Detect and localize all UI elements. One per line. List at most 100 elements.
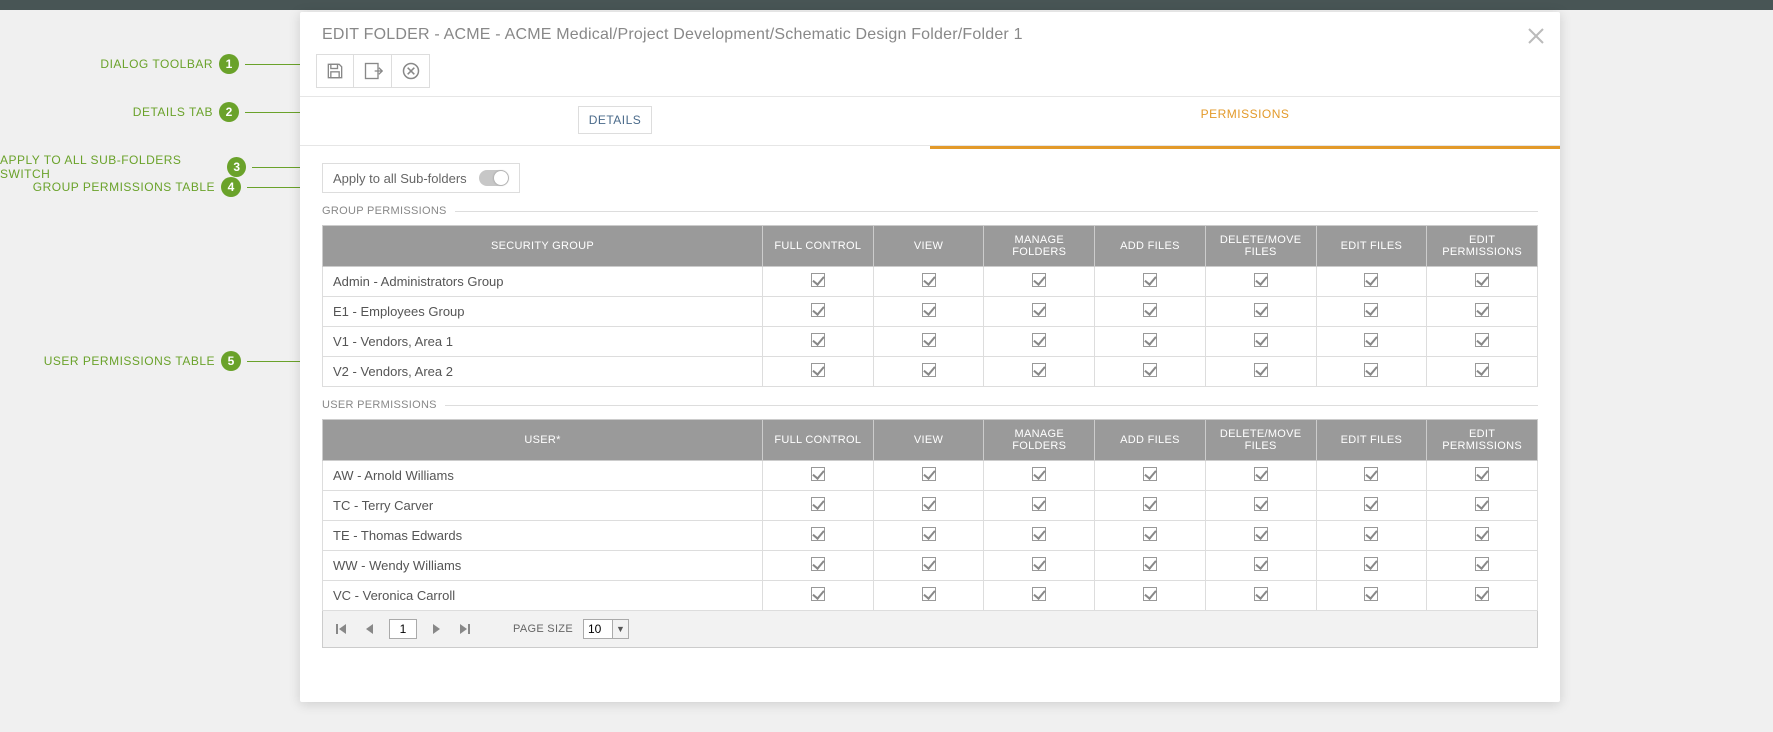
checkbox[interactable] (1254, 557, 1268, 571)
cancel-icon[interactable] (392, 54, 430, 88)
tab-permissions[interactable]: PERMISSIONS (930, 97, 1560, 145)
checkbox[interactable] (1475, 467, 1489, 481)
save-icon[interactable] (316, 54, 354, 88)
checkbox[interactable] (1475, 363, 1489, 377)
checkbox[interactable] (1032, 587, 1046, 601)
checkbox[interactable] (1254, 333, 1268, 347)
checkbox[interactable] (1254, 497, 1268, 511)
close-icon[interactable] (1526, 26, 1546, 49)
col-del: DELETE/MOVE FILES (1205, 420, 1316, 461)
checkbox[interactable] (1254, 303, 1268, 317)
checkbox[interactable] (1364, 557, 1378, 571)
checkbox[interactable] (1032, 527, 1046, 541)
checkbox[interactable] (1254, 363, 1268, 377)
checkbox[interactable] (811, 273, 825, 287)
checkbox[interactable] (1364, 497, 1378, 511)
row-name: Admin - Administrators Group (323, 267, 763, 297)
page-size-input[interactable] (583, 619, 613, 639)
checkbox[interactable] (1032, 557, 1046, 571)
first-page-icon[interactable] (333, 620, 351, 638)
checkbox[interactable] (1143, 527, 1157, 541)
perm-cell (984, 357, 1095, 387)
checkbox[interactable] (1254, 273, 1268, 287)
checkbox[interactable] (922, 527, 936, 541)
perm-cell (873, 521, 984, 551)
checkbox[interactable] (1364, 333, 1378, 347)
checkbox[interactable] (922, 363, 936, 377)
checkbox[interactable] (922, 467, 936, 481)
checkbox[interactable] (922, 587, 936, 601)
checkbox[interactable] (811, 497, 825, 511)
checkbox[interactable] (922, 303, 936, 317)
perm-cell (984, 267, 1095, 297)
perm-cell (763, 357, 874, 387)
tab-details[interactable]: DETAILS (300, 97, 930, 145)
checkbox[interactable] (1364, 527, 1378, 541)
checkbox[interactable] (811, 557, 825, 571)
checkbox[interactable] (1032, 497, 1046, 511)
checkbox[interactable] (1364, 587, 1378, 601)
checkbox[interactable] (1364, 363, 1378, 377)
checkbox[interactable] (1032, 333, 1046, 347)
checkbox[interactable] (922, 557, 936, 571)
perm-cell (1316, 267, 1427, 297)
tab-details-label: DETAILS (578, 106, 653, 134)
perm-cell (1205, 581, 1316, 611)
checkbox[interactable] (811, 363, 825, 377)
checkbox[interactable] (1475, 587, 1489, 601)
save-close-icon[interactable] (354, 54, 392, 88)
checkbox[interactable] (922, 497, 936, 511)
checkbox[interactable] (1143, 363, 1157, 377)
checkbox[interactable] (811, 333, 825, 347)
checkbox[interactable] (1254, 527, 1268, 541)
checkbox[interactable] (1475, 497, 1489, 511)
checkbox[interactable] (1143, 303, 1157, 317)
checkbox[interactable] (1364, 303, 1378, 317)
checkbox[interactable] (1364, 467, 1378, 481)
checkbox[interactable] (1143, 467, 1157, 481)
perm-cell (763, 461, 874, 491)
checkbox[interactable] (1143, 333, 1157, 347)
checkbox[interactable] (1475, 527, 1489, 541)
perm-cell (1316, 297, 1427, 327)
col-group-name: SECURITY GROUP (323, 226, 763, 267)
prev-page-icon[interactable] (361, 620, 379, 638)
checkbox[interactable] (1032, 303, 1046, 317)
checkbox[interactable] (922, 333, 936, 347)
checkbox[interactable] (922, 273, 936, 287)
checkbox[interactable] (1364, 273, 1378, 287)
checkbox[interactable] (1254, 467, 1268, 481)
last-page-icon[interactable] (455, 620, 473, 638)
group-permissions-title: GROUP PERMISSIONS (322, 205, 1538, 217)
checkbox[interactable] (811, 587, 825, 601)
apply-subfolders-toggle[interactable] (479, 170, 509, 186)
checkbox[interactable] (1032, 467, 1046, 481)
next-page-icon[interactable] (427, 620, 445, 638)
checkbox[interactable] (1032, 273, 1046, 287)
checkbox[interactable] (1143, 557, 1157, 571)
perm-cell (1205, 461, 1316, 491)
checkbox[interactable] (811, 527, 825, 541)
checkbox[interactable] (811, 467, 825, 481)
checkbox[interactable] (1475, 333, 1489, 347)
checkbox[interactable] (811, 303, 825, 317)
checkbox[interactable] (1143, 273, 1157, 287)
perm-cell (1427, 491, 1538, 521)
checkbox[interactable] (1254, 587, 1268, 601)
checkbox[interactable] (1475, 303, 1489, 317)
callout-3-num: 3 (227, 157, 246, 177)
checkbox[interactable] (1475, 557, 1489, 571)
checkbox[interactable] (1143, 497, 1157, 511)
page-input[interactable] (389, 619, 417, 639)
col-del: DELETE/MOVE FILES (1205, 226, 1316, 267)
perm-cell (763, 491, 874, 521)
col-view: VIEW (873, 420, 984, 461)
checkbox[interactable] (1475, 273, 1489, 287)
perm-cell (1095, 461, 1206, 491)
page-size-dropdown-icon[interactable]: ▼ (613, 619, 629, 639)
col-user-name: USER* (323, 420, 763, 461)
checkbox[interactable] (1143, 587, 1157, 601)
perm-cell (1205, 267, 1316, 297)
callout-5-num: 5 (221, 351, 241, 371)
checkbox[interactable] (1032, 363, 1046, 377)
